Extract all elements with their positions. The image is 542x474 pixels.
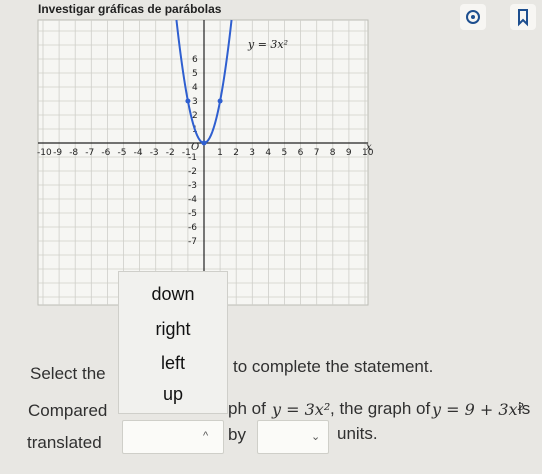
x-tick-label: 5 bbox=[282, 148, 288, 158]
x-tick-label: 4 bbox=[265, 148, 271, 158]
y-tick-label: 5 bbox=[192, 69, 198, 79]
option-up[interactable]: up bbox=[119, 384, 227, 405]
y-tick-label: 4 bbox=[192, 83, 198, 93]
y-tick-label: 6 bbox=[192, 55, 198, 65]
x-tick-label: -5 bbox=[118, 148, 127, 158]
chevron-down-icon: ⌄ bbox=[311, 431, 321, 443]
option-down[interactable]: down bbox=[119, 284, 227, 305]
instruction-suffix: to complete the statement. bbox=[233, 357, 434, 376]
equation-base: y = 3x² bbox=[272, 400, 331, 419]
x-tick-label: 7 bbox=[314, 148, 320, 158]
x-tick-label: 2 bbox=[233, 148, 239, 158]
y-tick-label: -7 bbox=[188, 237, 197, 247]
x-tick-label: 1 bbox=[217, 148, 223, 158]
graph-of-text: ph of bbox=[228, 399, 266, 418]
x-tick-label: -2 bbox=[166, 148, 175, 158]
translated-text: translated bbox=[27, 433, 102, 452]
y-tick-label: -2 bbox=[188, 167, 197, 177]
by-text: by bbox=[228, 425, 246, 444]
x-tick-label: -6 bbox=[101, 148, 110, 158]
y-tick-label: -1 bbox=[188, 153, 197, 163]
x-tick-label: -8 bbox=[69, 148, 78, 158]
y-tick-label: -5 bbox=[188, 209, 197, 219]
x-tick-label: 8 bbox=[330, 148, 336, 158]
curve-point bbox=[185, 98, 191, 104]
chevron-up-icon: ^ bbox=[203, 430, 209, 442]
units-text: units. bbox=[337, 424, 378, 443]
equation-label: y = 3x² bbox=[247, 38, 288, 51]
x-tick-label: 6 bbox=[298, 148, 304, 158]
curve-point bbox=[201, 140, 207, 146]
direction-options-menu: down right left up bbox=[118, 271, 228, 414]
y-tick-label: -3 bbox=[188, 181, 197, 191]
x-tick-label: -7 bbox=[85, 148, 94, 158]
x-tick-label: 9 bbox=[346, 148, 352, 158]
instruction-prefix: Select the bbox=[30, 364, 106, 383]
graph-background bbox=[37, 19, 369, 306]
compared-text: Compared bbox=[28, 401, 108, 420]
x-tick-label: 3 bbox=[249, 148, 255, 158]
x-tick-label: -4 bbox=[134, 148, 143, 158]
curve-point bbox=[217, 98, 223, 104]
x-tick-label: -3 bbox=[150, 148, 159, 158]
x-tick-label: -9 bbox=[53, 148, 62, 158]
y-tick-label: -6 bbox=[188, 223, 197, 233]
amount-dropdown[interactable]: ⌄ bbox=[257, 420, 329, 454]
direction-dropdown[interactable]: ^ bbox=[122, 420, 224, 454]
equation-translated: y = 9 + 3x² bbox=[432, 400, 524, 419]
y-tick-label: -4 bbox=[188, 195, 197, 205]
y-tick-label: 3 bbox=[192, 97, 198, 107]
option-right[interactable]: right bbox=[119, 319, 227, 340]
x-axis-label: x bbox=[366, 142, 372, 153]
is-text: is bbox=[518, 399, 531, 418]
the-graph-of-text: , the graph of bbox=[330, 399, 431, 418]
x-tick-label: -10 bbox=[37, 148, 52, 158]
origin-label: O bbox=[191, 142, 199, 153]
option-left[interactable]: left bbox=[119, 353, 227, 374]
